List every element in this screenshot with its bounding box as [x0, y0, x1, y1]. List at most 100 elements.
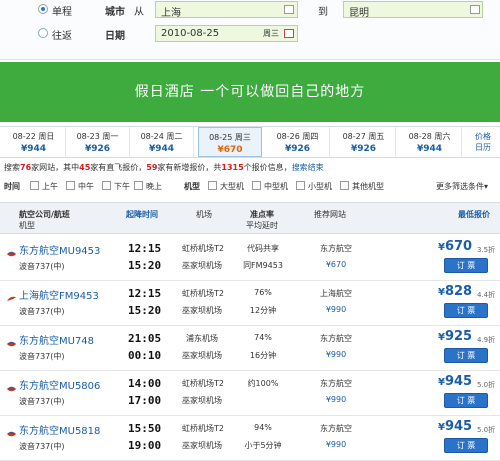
date-tab-price: ¥944 — [20, 144, 47, 154]
flight-airline[interactable]: 东方航空MU748 — [19, 332, 94, 347]
plane-model: 波音737(中) — [19, 352, 65, 361]
lowest-price-value: 945 — [444, 419, 473, 434]
type-checkbox[interactable] — [208, 181, 217, 190]
type-option: 其他机型 — [352, 182, 384, 191]
departure-time: 15:50 — [128, 422, 162, 435]
flight-row: 东方航空MU9453 波音737(中) 12:15 15:20 虹桥机场T2 巫… — [0, 236, 500, 281]
date-tab[interactable]: 08-27 周五 ¥926 — [332, 127, 396, 157]
arrival-airport: 巫家坝机场 — [182, 396, 222, 405]
lowest-price: ¥945 — [438, 419, 473, 434]
to-city-picker-icon[interactable] — [470, 5, 480, 14]
lowest-price: ¥828 — [438, 284, 473, 299]
recommended-site[interactable]: 东方航空 — [306, 423, 366, 434]
date-tab[interactable]: 08-23 周一 ¥926 — [66, 127, 130, 157]
recommended-site[interactable]: 东方航空 — [306, 243, 366, 254]
departure-airport: 虹桥机场T2 — [182, 289, 224, 298]
price-calendar-link[interactable]: 价格 日历 — [468, 131, 498, 153]
lowest-price-value: 670 — [444, 239, 473, 254]
more-filters-link[interactable]: 更多筛选条件▾ — [436, 181, 488, 192]
round-trip-radio[interactable] — [38, 28, 48, 38]
date-tab[interactable]: 08-26 周四 ¥926 — [266, 127, 330, 157]
departure-airport: 虹桥机场T2 — [182, 379, 224, 388]
from-city-picker-icon[interactable] — [284, 5, 294, 14]
summary-text: 个报价信息， — [243, 163, 292, 172]
from-city-input[interactable]: 上海 — [155, 1, 298, 19]
type-checkbox[interactable] — [296, 181, 305, 190]
calendar-icon[interactable] — [284, 29, 294, 38]
lowest-price: ¥925 — [438, 329, 473, 344]
airline-column-header: 航空公司/航班 机型 — [19, 209, 70, 231]
time-sort-header[interactable]: 起降时间 — [126, 209, 158, 220]
time-checkbox[interactable] — [102, 181, 111, 190]
arrival-airport: 巫家坝机场 — [182, 306, 222, 315]
summary-text: 家有新增报价，共 — [157, 163, 222, 172]
discount: 4.4折 — [477, 291, 496, 299]
date-tab[interactable]: 08-22 周日 ¥944 — [2, 127, 66, 157]
type-checkbox[interactable] — [340, 181, 349, 190]
price-calendar-line2: 日历 — [475, 143, 491, 152]
arrival-time: 00:10 — [128, 349, 162, 362]
book-button[interactable]: 订 票 — [444, 303, 488, 318]
to-label: 到 — [318, 7, 328, 18]
to-city-input[interactable]: 昆明 — [343, 1, 483, 19]
price-sort-header[interactable]: 最低报价 — [458, 209, 490, 220]
site-count: 76 — [20, 163, 32, 172]
flight-airline[interactable]: 上海航空FM9453 — [19, 287, 99, 302]
book-button[interactable]: 订 票 — [444, 393, 488, 408]
flight-airline[interactable]: 东方航空MU5818 — [19, 422, 100, 437]
time-checkbox[interactable] — [134, 181, 143, 190]
type-option: 小型机 — [308, 182, 332, 191]
departure-time: 14:00 — [128, 377, 162, 390]
date-tab[interactable]: 08-24 周二 ¥944 — [130, 127, 194, 157]
airline-logo-icon — [6, 251, 17, 257]
date-tab-price: ¥944 — [148, 144, 175, 154]
time-filter-label: 时间 — [4, 182, 20, 191]
airline-logo-icon — [6, 431, 17, 437]
time-checkbox[interactable] — [30, 181, 39, 190]
recommended-site[interactable]: 东方航空 — [306, 333, 366, 344]
from-city-value: 上海 — [161, 8, 181, 19]
discount: 3.5折 — [477, 246, 496, 254]
plane-model: 波音737(中) — [19, 397, 65, 406]
date-tab-label: 08-24 周二 — [140, 132, 183, 141]
flight-airline[interactable]: 东方航空MU9453 — [19, 242, 100, 257]
ad-banner[interactable]: 假日酒店 一个可以做回自己的地方 — [0, 62, 500, 122]
avg-delay-header: 平均延时 — [246, 221, 278, 230]
avg-delay: 同FM9453 — [243, 261, 283, 270]
type-checkbox[interactable] — [252, 181, 261, 190]
lowest-price-value: 828 — [444, 284, 473, 299]
one-way-radio[interactable] — [38, 4, 48, 14]
date-tab-label: 08-22 周日 — [12, 132, 55, 141]
site-price: ¥990 — [325, 440, 347, 449]
quote-count: 1315 — [221, 163, 244, 172]
site-price: ¥990 — [325, 395, 347, 404]
flight-airline[interactable]: 东方航空MU5806 — [19, 377, 100, 392]
book-button[interactable]: 订 票 — [444, 258, 488, 273]
arrival-airport: 巫家坝机场 — [182, 441, 222, 450]
date-label: 日期 — [105, 31, 125, 42]
time-option: 下午 — [114, 182, 130, 191]
airline-logo-icon — [6, 386, 17, 392]
summary-text: 搜索 — [4, 163, 20, 172]
site-price: ¥990 — [325, 350, 347, 359]
book-button[interactable]: 订 票 — [444, 348, 488, 363]
flight-search-form: 单程 城市 从 上海 到 昆明 往返 日期 2010-08-25 周三 — [0, 0, 500, 60]
punctuality-rate: 76% — [254, 288, 272, 297]
date-input[interactable]: 2010-08-25 周三 — [155, 25, 298, 42]
recommended-site[interactable]: 上海航空 — [306, 288, 366, 299]
recommended-site[interactable]: 东方航空 — [306, 378, 366, 389]
date-tab-label: 08-26 周四 — [276, 132, 319, 141]
arrival-airport: 巫家坝机场 — [182, 261, 222, 270]
date-tab-label: 08-25 周三 — [209, 133, 251, 142]
date-tab-price: ¥926 — [284, 144, 311, 154]
lowest-price-value: 925 — [444, 329, 473, 344]
date-tab[interactable]: 08-28 周六 ¥944 — [398, 127, 462, 157]
summary-text: 家网站，其中 — [31, 163, 80, 172]
discount: 4.9折 — [477, 336, 496, 344]
departure-airport: 虹桥机场T2 — [182, 244, 224, 253]
time-checkbox[interactable] — [66, 181, 75, 190]
results-table-header: 航空公司/航班 机型 起降时间 机场 准点率 平均延时 推荐网站 最低报价 — [0, 202, 500, 234]
date-tab-selected[interactable]: 08-25 周三 ¥670 — [198, 127, 262, 157]
punctuality-rate: 74% — [254, 333, 272, 342]
date-tab-price: ¥926 — [84, 144, 111, 154]
